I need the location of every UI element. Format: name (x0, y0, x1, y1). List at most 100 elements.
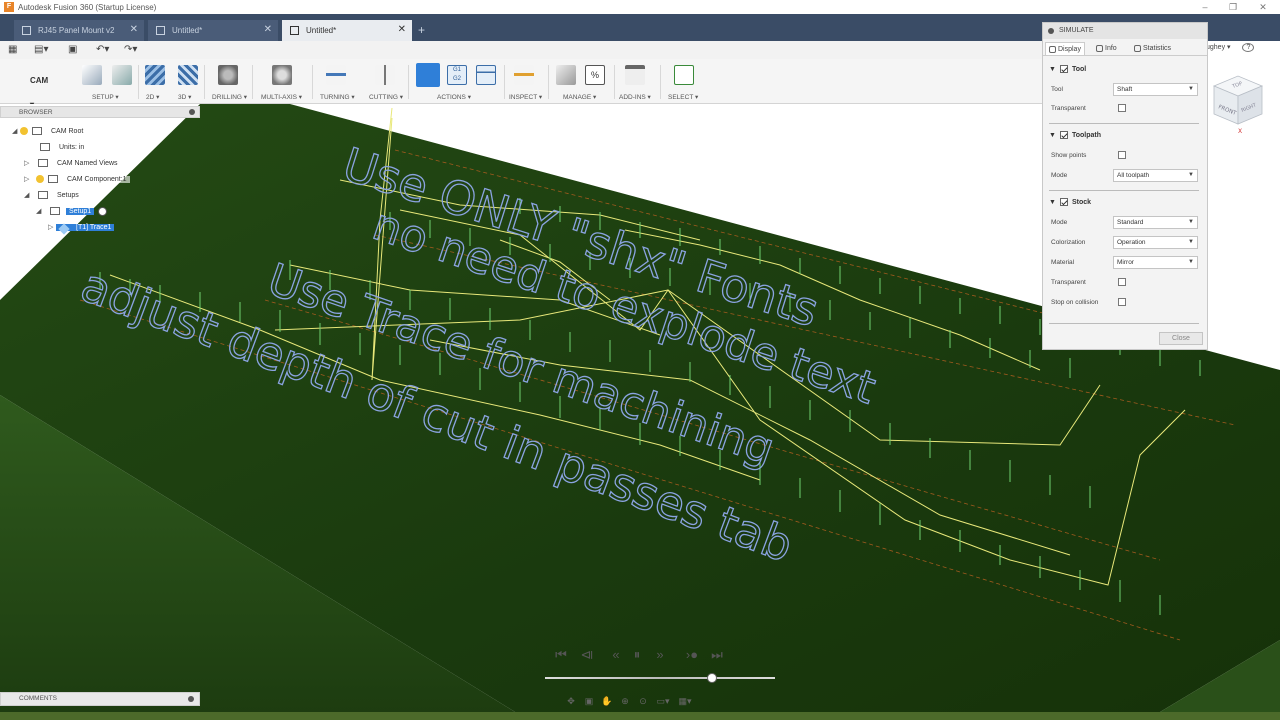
collapse-caret-icon[interactable]: ▼ (1049, 199, 1056, 206)
tab-info[interactable]: Info (1093, 42, 1129, 55)
turning-icon[interactable] (326, 65, 346, 85)
tree-item-trace1[interactable]: ▷ [T1] Trace1 (48, 221, 115, 235)
expand-triangle-icon[interactable]: ▷ (48, 223, 56, 231)
expand-triangle-icon[interactable]: ▷ (24, 159, 32, 167)
turning-menu[interactable]: TURNING ▾ (320, 93, 355, 101)
save-icon[interactable]: ▣ (68, 43, 77, 57)
section-tool[interactable]: ▼ Tool (1049, 63, 1086, 75)
tree-item-setups[interactable]: ◢ Setups (24, 189, 82, 201)
minimize-button[interactable]: – (1190, 0, 1220, 14)
go-to-end-icon[interactable]: ⏭ (708, 645, 726, 665)
display-settings-icon[interactable]: ▭▾ (655, 695, 671, 707)
browser-header[interactable]: BROWSER (0, 106, 200, 118)
3d-menu[interactable]: 3D ▾ (178, 93, 191, 101)
view-cube[interactable]: TOP FRONT RIGHT X (1208, 72, 1268, 136)
pan-icon[interactable]: ✋ (601, 695, 613, 707)
maximize-button[interactable]: ❐ (1218, 0, 1248, 14)
step-back-icon[interactable]: « (606, 645, 626, 665)
look-at-icon[interactable]: ▣ (583, 695, 595, 707)
help-icon[interactable]: ? (1242, 43, 1255, 52)
tool-visible-checkbox[interactable] (1059, 65, 1068, 73)
new-setup-icon[interactable] (82, 65, 102, 85)
new-tab-plus-icon[interactable]: + (418, 23, 425, 37)
close-button[interactable]: Close (1159, 332, 1203, 345)
expand-triangle-icon[interactable]: ▷ (24, 175, 32, 183)
section-toolpath[interactable]: ▼ Toolpath (1049, 129, 1101, 141)
stock-visible-checkbox[interactable] (1059, 198, 1068, 206)
drill-icon[interactable] (218, 65, 238, 85)
scripts-addins-icon[interactable] (625, 65, 645, 85)
next-operation-icon[interactable]: ›● (680, 645, 704, 665)
expand-triangle-icon[interactable]: ◢ (24, 191, 32, 199)
file-menu-icon[interactable]: ▤▾ (34, 43, 48, 57)
expand-triangle-icon[interactable]: ◢ (12, 127, 20, 135)
tree-item-cam-component[interactable]: ▷ CAM Component:1 (24, 173, 130, 185)
zoom-icon[interactable]: ⊕ (619, 695, 631, 707)
section-stock[interactable]: ▼ Stock (1049, 196, 1091, 208)
tab-display[interactable]: Display (1045, 42, 1085, 55)
close-window-button[interactable]: ✕ (1248, 0, 1278, 14)
doc-tab-rj45[interactable]: RJ45 Panel Mount v2 ✕ (14, 20, 144, 41)
redo-icon[interactable]: ↷▾ (124, 43, 137, 57)
active-setup-target-icon[interactable] (98, 206, 108, 216)
simulation-timeline-slider[interactable] (545, 677, 775, 679)
collapse-caret-icon[interactable]: ▼ (1049, 66, 1056, 73)
toolpath-mode-dropdown[interactable]: All toolpath ▼ (1113, 169, 1198, 182)
stock-transparent-checkbox[interactable] (1118, 278, 1126, 286)
actions-menu[interactable]: ACTIONS ▾ (437, 93, 471, 101)
tree-item-units[interactable]: Units: in (40, 141, 88, 153)
measure-icon[interactable] (514, 65, 534, 85)
tree-item-named-views[interactable]: ▷ CAM Named Views (24, 157, 121, 169)
orbit-icon[interactable]: ✥ (565, 695, 577, 707)
drilling-menu[interactable]: DRILLING ▾ (212, 93, 247, 101)
doc-tab-untitled-1[interactable]: Untitled* ✕ (148, 20, 278, 41)
tab-statistics[interactable]: Statistics (1131, 42, 1191, 55)
colorization-dropdown[interactable]: Operation ▼ (1113, 236, 1198, 249)
visibility-bulb-icon[interactable] (36, 175, 44, 183)
post-library-icon[interactable]: % (585, 65, 605, 85)
add-ins-menu[interactable]: ADD-INS ▾ (619, 93, 651, 101)
material-dropdown[interactable]: Mirror ▼ (1113, 256, 1198, 269)
cutting-icon[interactable] (375, 65, 395, 85)
stop-on-collision-checkbox[interactable] (1118, 298, 1126, 306)
undo-icon[interactable]: ↶▾ (96, 43, 109, 57)
visibility-bulb-icon[interactable] (20, 127, 28, 135)
pin-icon[interactable] (189, 109, 195, 115)
3d-adaptive-icon[interactable] (178, 65, 198, 85)
expand-triangle-icon[interactable]: ◢ (36, 207, 44, 215)
simulate-icon[interactable] (416, 63, 440, 87)
close-icon[interactable]: ✕ (130, 24, 138, 35)
setup-sheet-icon[interactable] (112, 65, 132, 85)
grid-settings-icon[interactable]: ▦▾ (677, 695, 693, 707)
post-process-icon[interactable]: G1 G2 (447, 65, 467, 85)
show-points-checkbox[interactable] (1118, 151, 1126, 159)
workspace-switcher[interactable]: CAM ▾ (8, 69, 54, 109)
2d-menu[interactable]: 2D ▾ (146, 93, 159, 101)
setup-sheet-action-icon[interactable] (476, 65, 496, 85)
tree-item-cam-root[interactable]: ◢ CAM Root (12, 125, 87, 137)
user-account-menu[interactable]: ughey ▾ ? (1206, 43, 1255, 52)
close-icon[interactable]: ✕ (398, 24, 406, 35)
multi-axis-menu[interactable]: MULTI-AXIS ▾ (261, 93, 302, 101)
multi-axis-icon[interactable] (272, 65, 292, 85)
data-panel-grid-icon[interactable]: ▦ (8, 43, 17, 57)
close-icon[interactable]: ✕ (264, 24, 272, 35)
timeline-slider-thumb[interactable] (707, 673, 717, 683)
cutting-menu[interactable]: CUTTING ▾ (369, 93, 403, 101)
simulate-title-bar[interactable]: SIMULATE (1043, 23, 1207, 39)
setup-menu[interactable]: SETUP ▾ (92, 93, 119, 101)
collapse-caret-icon[interactable]: ▼ (1049, 132, 1056, 139)
select-arrow-icon[interactable] (674, 65, 694, 85)
tool-library-icon[interactable] (556, 65, 576, 85)
2d-contour-icon[interactable] (145, 65, 165, 85)
pin-icon[interactable] (188, 696, 194, 702)
toolpath-visible-checkbox[interactable] (1059, 131, 1068, 139)
comments-panel[interactable]: COMMENTS (0, 692, 200, 706)
fit-icon[interactable]: ⊙ (637, 695, 649, 707)
tool-dropdown[interactable]: Shaft ▼ (1113, 83, 1198, 96)
tree-item-setup1[interactable]: ◢ Setup1 (36, 205, 108, 217)
pause-icon[interactable]: ⏸ (628, 645, 646, 665)
manage-menu[interactable]: MANAGE ▾ (563, 93, 596, 101)
previous-operation-icon[interactable]: ⧏ (576, 645, 598, 665)
go-to-start-icon[interactable]: ⏮ (552, 645, 570, 665)
